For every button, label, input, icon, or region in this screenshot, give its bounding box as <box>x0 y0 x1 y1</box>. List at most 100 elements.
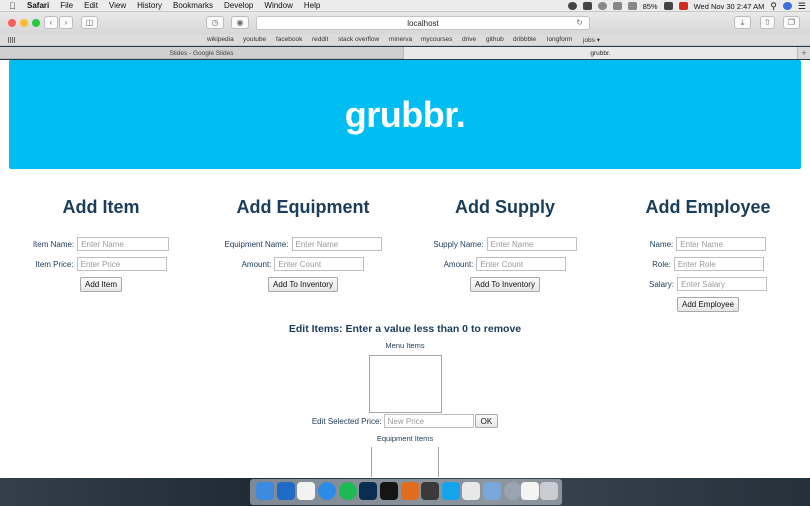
documents-icon[interactable] <box>521 482 539 500</box>
settings-icon[interactable] <box>504 482 522 500</box>
wifi-icon[interactable] <box>612 2 622 10</box>
add-employee-button[interactable]: Add Employee <box>676 296 740 312</box>
favorite-link[interactable]: drive <box>462 36 476 43</box>
photoshop-icon[interactable] <box>359 482 377 500</box>
add-supply-title: Add Supply <box>455 197 555 217</box>
menu-items-listbox[interactable] <box>368 355 442 413</box>
employee-salary-input[interactable] <box>676 277 767 291</box>
favorite-link[interactable]: youtube <box>243 36 266 43</box>
item-price-input[interactable] <box>76 257 167 271</box>
supply-name-input[interactable] <box>486 237 577 251</box>
employee-role-label: Role: <box>652 259 671 269</box>
employee-role-input[interactable] <box>673 257 764 271</box>
add-employee-section: Add Employee Name: Role: Salary: Add Emp… <box>630 197 786 314</box>
employee-name-input[interactable] <box>676 237 767 251</box>
menu-view[interactable]: View <box>109 1 126 10</box>
slack-icon[interactable] <box>462 482 480 500</box>
favorite-link[interactable]: github <box>486 36 504 43</box>
tabs-overview-button[interactable]: ❐ <box>783 16 800 29</box>
forward-button[interactable]: › <box>59 16 73 29</box>
menu-edit[interactable]: Edit <box>84 1 98 10</box>
trash-icon[interactable] <box>540 482 558 500</box>
favorite-link[interactable]: minerva <box>389 36 412 43</box>
spotify-icon[interactable] <box>339 482 357 500</box>
favorite-link[interactable]: facebook <box>276 36 302 43</box>
add-item-title: Add Item <box>62 197 140 217</box>
favorite-link[interactable]: stack overflow <box>338 36 379 43</box>
siri-icon[interactable] <box>782 2 792 10</box>
history-icon: ◷ <box>211 18 219 27</box>
menu-history[interactable]: History <box>137 1 162 10</box>
ok-button[interactable]: OK <box>474 414 499 428</box>
add-equipment-button[interactable]: Add To Inventory <box>268 276 338 292</box>
tab-slides[interactable]: Slides - Google Slides <box>0 47 404 59</box>
share-icon: ⇧ <box>764 18 771 27</box>
equipment-amount-input[interactable] <box>274 257 365 271</box>
menu-bookmarks[interactable]: Bookmarks <box>173 1 213 10</box>
menu-app[interactable]: Safari <box>27 1 49 10</box>
share-button[interactable]: ⇧ <box>760 16 775 29</box>
menu-file[interactable]: File <box>60 1 73 10</box>
clock-text[interactable]: Wed Nov 30 2:47 AM <box>694 2 765 11</box>
spotlight-icon[interactable]: ⚲ <box>770 1 777 12</box>
equipment-items-listbox[interactable] <box>371 447 439 477</box>
url-text: localhost <box>407 18 439 28</box>
sublime-icon[interactable] <box>401 482 419 500</box>
minimize-window-icon[interactable] <box>20 19 28 27</box>
history-button[interactable]: ◷ <box>206 16 224 29</box>
status-icon[interactable] <box>567 2 577 10</box>
calendar-icon[interactable] <box>297 482 315 500</box>
web-page: grubbr. Add Item Item Name: Item Price: … <box>0 60 810 478</box>
skype-icon[interactable] <box>442 482 460 500</box>
favorite-link[interactable]: wikipedia <box>207 36 234 43</box>
add-supply-button[interactable]: Add To Inventory <box>470 276 540 292</box>
hero-banner: grubbr. <box>9 60 801 169</box>
supply-name-label: Supply Name: <box>433 239 484 249</box>
item-name-label: Item Name: <box>32 239 75 249</box>
battery-percent[interactable]: 85% <box>643 2 658 11</box>
favorite-link[interactable]: dribbble <box>513 36 536 43</box>
favorite-link[interactable]: longform <box>547 36 572 43</box>
favorite-link[interactable]: mycourses <box>421 36 452 43</box>
address-bar[interactable]: localhost ↻ <box>256 16 590 30</box>
battery-icon[interactable] <box>663 2 673 10</box>
notification-center-icon[interactable]: ☰ <box>798 1 806 12</box>
new-price-input[interactable] <box>383 414 474 428</box>
grid-icon[interactable] <box>8 37 16 43</box>
new-tab-button[interactable]: + <box>798 47 810 59</box>
menu-develop[interactable]: Develop <box>224 1 253 10</box>
brand-logo: grubbr. <box>344 93 466 135</box>
sidebar-button[interactable]: ◫ <box>81 16 98 29</box>
video-icon[interactable] <box>421 482 439 500</box>
favorite-link[interactable]: reddit <box>312 36 328 43</box>
back-button[interactable]: ‹ <box>44 16 58 29</box>
preview-icon[interactable] <box>483 482 501 500</box>
outlook-icon[interactable] <box>277 482 295 500</box>
apple-icon[interactable]:  <box>9 1 19 11</box>
reload-icon[interactable]: ↻ <box>576 18 583 27</box>
finder-icon[interactable] <box>256 482 274 500</box>
close-window-icon[interactable] <box>8 19 16 27</box>
clock-icon[interactable] <box>597 2 607 10</box>
supply-amount-label: Amount: <box>443 259 474 269</box>
download-icon: ⤓ <box>740 17 745 27</box>
downloads-button[interactable]: ⤓ <box>734 16 751 29</box>
item-name-input[interactable] <box>77 237 170 251</box>
edit-price-label: Edit Selected Price: <box>311 416 382 426</box>
terminal-icon[interactable] <box>380 482 398 500</box>
add-item-button[interactable]: Add Item <box>79 276 122 292</box>
add-item-section: Add Item Item Name: Item Price: Add Item <box>20 197 182 294</box>
menu-window[interactable]: Window <box>264 1 292 10</box>
flag-icon[interactable] <box>678 2 688 10</box>
zoom-window-icon[interactable] <box>32 19 40 27</box>
volume-icon[interactable] <box>627 2 637 10</box>
equipment-name-input[interactable] <box>291 237 382 251</box>
favorite-link[interactable]: jobs ▾ <box>583 36 600 44</box>
safari-icon[interactable] <box>318 482 336 500</box>
sync-icon[interactable] <box>582 2 592 10</box>
tab-grubbr[interactable]: grubbr. <box>404 47 798 59</box>
menu-items-label: Menu Items <box>385 341 425 350</box>
supply-amount-input[interactable] <box>476 257 567 271</box>
menu-help[interactable]: Help <box>304 1 320 10</box>
privacy-button[interactable]: ◉ <box>231 16 249 29</box>
